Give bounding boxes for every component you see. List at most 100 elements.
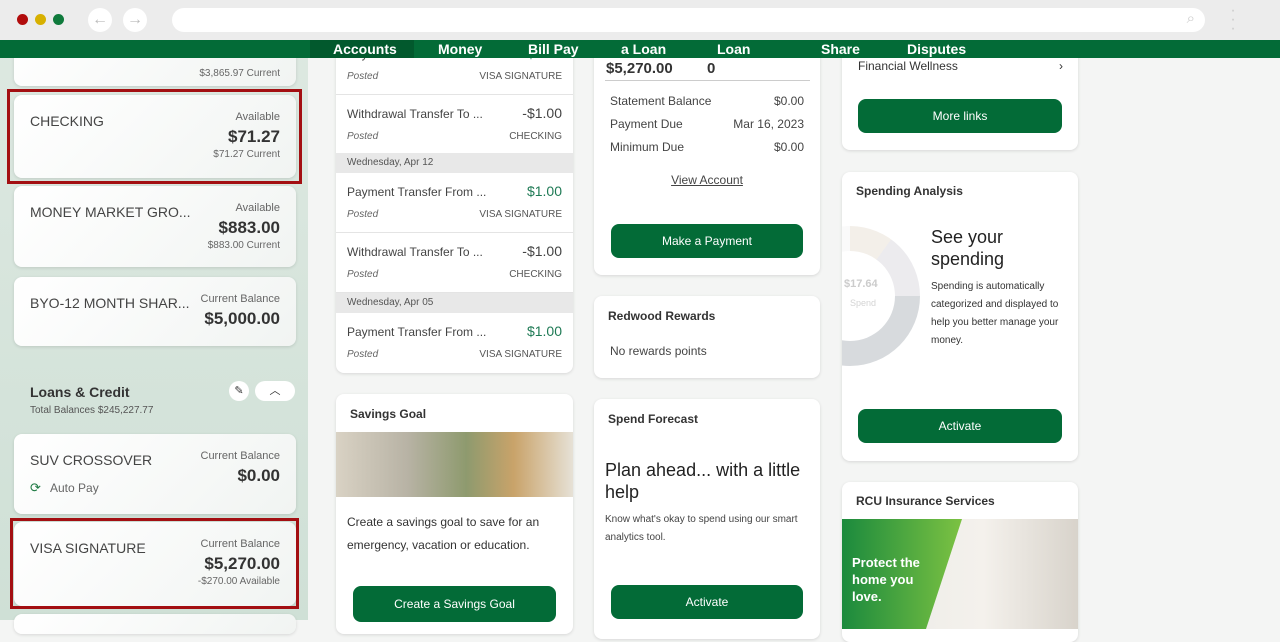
chevron-right-icon: › (1059, 59, 1063, 73)
section-total: Total Balances $245,227.77 (30, 405, 154, 416)
account-value: $0.00 (237, 466, 280, 485)
view-account-link[interactable]: View Account (594, 173, 820, 187)
transaction-status: Posted (347, 349, 379, 360)
transaction-desc: Payment Transfer From ... (347, 185, 487, 199)
row-value: Mar 16, 2023 (733, 117, 804, 131)
nav-accounts[interactable]: Accounts (333, 40, 397, 58)
kebab-menu-icon[interactable]: · · · (1228, 3, 1238, 37)
card-title: Spend Forecast (608, 412, 699, 426)
search-icon[interactable]: ⌕ (1187, 10, 1195, 27)
activate-spending-button[interactable]: Activate (858, 409, 1062, 443)
loan-card-suv[interactable]: SUV CROSSOVER Current Balance $0.00 ⟳ Au… (14, 434, 296, 514)
date-header: Wednesday, Apr 12 (336, 153, 573, 173)
row-value: $0.00 (773, 94, 804, 108)
transaction-status: Posted (347, 209, 379, 220)
nav-share[interactable]: Share (821, 40, 860, 58)
card-title: Spending Analysis (856, 184, 963, 198)
transaction-desc: Withdrawal Transfer To ... (347, 245, 483, 259)
transaction-row[interactable]: Withdrawal Transfer To ... -$1.00 Posted… (336, 95, 573, 155)
transaction-desc: Withdrawal Transfer To ... (347, 107, 483, 121)
transaction-amount: -$1.00 (522, 105, 562, 121)
transaction-desc: Payment Transfer From ... (347, 325, 487, 339)
nav-apply-loan[interactable]: a Loan (621, 40, 666, 58)
account-card-money-market[interactable]: MONEY MARKET GRO... Available $883.00 $8… (14, 186, 296, 267)
card-text: Know what's okay to spend using our smar… (605, 514, 798, 543)
arrow-left-icon[interactable]: ← (88, 8, 112, 32)
card-text: Spending is automatically categorized an… (931, 281, 1059, 346)
transaction-account: VISA SIGNATURE (479, 71, 562, 82)
nav-loan[interactable]: Loan (717, 40, 750, 58)
link-label: Financial Wellness (858, 59, 958, 73)
account-name: MONEY MARKET GRO... (30, 204, 191, 220)
account-value: $5,000.00 (204, 309, 280, 328)
edit-pencil-icon[interactable]: ✎ (229, 381, 249, 401)
card-heading: See your spending (931, 227, 1005, 269)
financial-wellness-link[interactable]: Financial Wellness › (858, 59, 1063, 73)
minimize-window-dot[interactable] (35, 14, 46, 25)
account-card[interactable] (14, 614, 296, 634)
transaction-status: Posted (347, 71, 379, 82)
transaction-row[interactable]: Payment Transfer From ... $1.00 Posted V… (336, 313, 573, 373)
banner-text: Protect the home you love. (852, 555, 920, 604)
maximize-window-dot[interactable] (53, 14, 64, 25)
nav-disputes[interactable]: Disputes (907, 40, 966, 58)
arrow-right-icon[interactable]: → (123, 8, 147, 32)
account-name: SUV CROSSOVER (30, 452, 153, 468)
account-label: Available (235, 202, 280, 214)
nav-bill-pay[interactable]: Bill Pay (528, 40, 579, 58)
highlight-box (7, 89, 302, 184)
minimum-due-row: Minimum Due $0.00 (610, 140, 804, 154)
more-links-button[interactable]: More links (858, 99, 1062, 133)
transaction-status: Posted (347, 131, 379, 142)
activate-forecast-button[interactable]: Activate (611, 585, 803, 619)
browser-chrome: ← → ⌕ · · · (0, 0, 1280, 40)
nav-money[interactable]: Money (438, 40, 482, 58)
card-title: RCU Insurance Services (856, 494, 995, 508)
card-title: Redwood Rewards (608, 309, 716, 323)
transaction-account: CHECKING (509, 269, 562, 280)
card-title: Savings Goal (350, 407, 427, 421)
transaction-account: CHECKING (509, 131, 562, 142)
account-value: $883.00 (218, 218, 280, 237)
collapse-chevron-up-icon[interactable]: ︿ (255, 381, 295, 401)
donut-label: Spend (850, 298, 877, 308)
row-value: $0.00 (773, 140, 804, 154)
rewards-card: Redwood Rewards No rewards points (594, 296, 820, 378)
account-current: $3,865.97 Current (199, 68, 280, 79)
accounts-sidebar: $3,865.97 Current CHECKING Available $71… (0, 30, 308, 634)
card-balance: $5,270.00 (606, 60, 673, 77)
card-text: No rewards points (610, 344, 707, 358)
account-current: $883.00 Current (207, 240, 280, 251)
autopay-refresh-icon: ⟳ (30, 480, 41, 495)
transactions-card: Payment Transfer From ... $1.00 Posted V… (336, 20, 573, 373)
row-label: Statement Balance (610, 94, 712, 108)
account-card-byo[interactable]: BYO-12 MONTH SHAR... Current Balance $5,… (14, 277, 296, 346)
spending-donut-chart (842, 226, 920, 366)
transaction-row[interactable]: Withdrawal Transfer To ... -$1.00 Posted… (336, 233, 573, 293)
close-window-dot[interactable] (17, 14, 28, 25)
date-header: Wednesday, Apr 05 (336, 293, 573, 313)
transaction-amount: -$1.00 (522, 243, 562, 259)
transaction-status: Posted (347, 269, 379, 280)
make-payment-button[interactable]: Make a Payment (611, 224, 803, 258)
card-text: Create a savings goal to save for an eme… (347, 515, 540, 552)
card-heading: Plan ahead... with a little help (605, 460, 801, 502)
savings-goal-card: Savings Goal Create a savings goal to sa… (336, 394, 573, 634)
row-label: Minimum Due (610, 140, 685, 154)
transaction-account: VISA SIGNATURE (479, 209, 562, 220)
autopay-label: Auto Pay (50, 481, 99, 495)
row-label: Payment Due (610, 117, 683, 131)
transaction-row[interactable]: Payment Transfer From ... $1.00 Posted V… (336, 173, 573, 233)
highlight-box (10, 518, 299, 609)
donut-value: $17.64 (844, 278, 878, 290)
create-savings-goal-button[interactable]: Create a Savings Goal (353, 586, 556, 622)
address-bar[interactable]: ⌕ (172, 8, 1205, 32)
account-name: BYO-12 MONTH SHAR... (30, 295, 190, 311)
transaction-account: VISA SIGNATURE (479, 349, 562, 360)
main-nav: Accounts Money Bill Pay a Loan Loan Shar… (0, 40, 1280, 58)
payment-due-row: Payment Due Mar 16, 2023 (610, 117, 804, 131)
savings-jar-image (336, 432, 573, 497)
spending-analysis-card: Spending Analysis $17.64 Spend See your … (842, 172, 1078, 461)
insurance-card: RCU Insurance Services Protect the home … (842, 482, 1078, 642)
section-title: Loans & Credit (30, 384, 130, 400)
